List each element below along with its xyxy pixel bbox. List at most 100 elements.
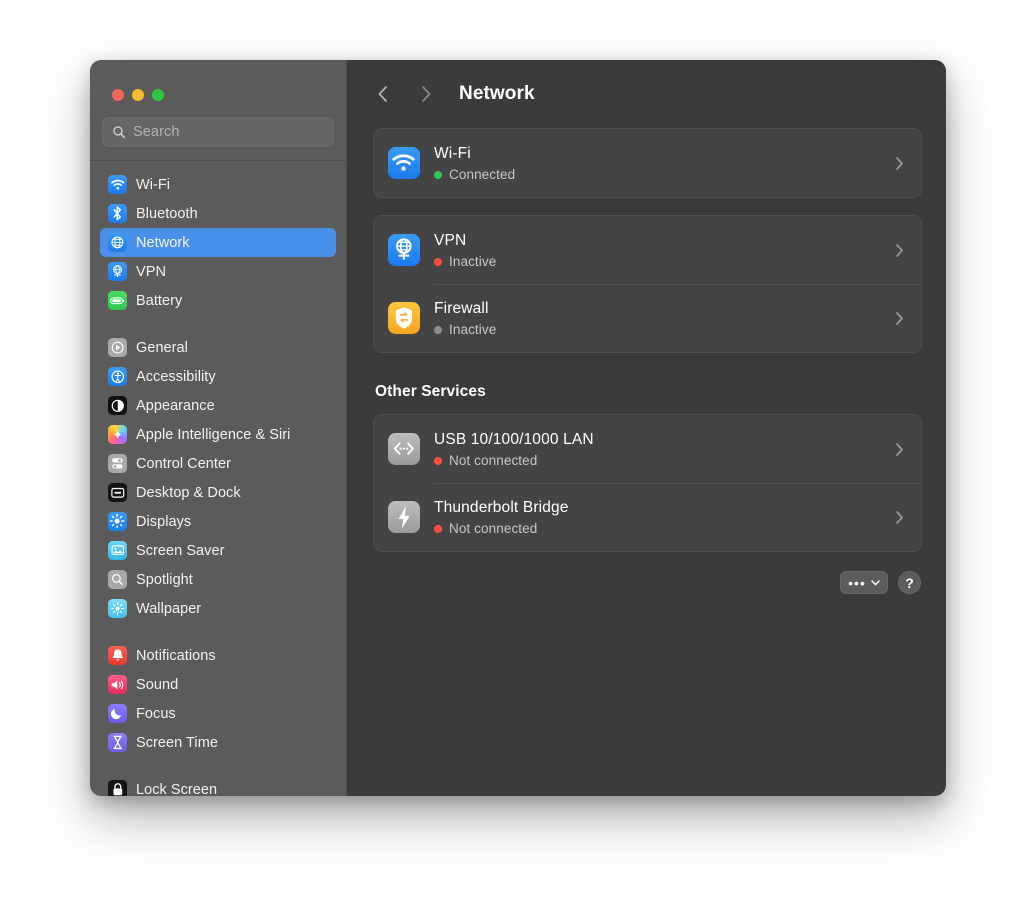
sidebar-item-spotlight[interactable]: Spotlight [100, 565, 336, 594]
chevron-down-icon [871, 579, 880, 585]
panel-action-bar: ••• ? [373, 571, 922, 594]
disclosure-chevron[interactable] [891, 442, 907, 457]
network-primary-card: Wi-Fi Connected [373, 128, 922, 198]
content-area: Network Wi-Fi Connected VPN Inactive Fir… [347, 60, 946, 796]
service-row[interactable]: Thunderbolt Bridge Not connected [374, 483, 921, 551]
help-button[interactable]: ? [898, 571, 921, 594]
close-button[interactable] [112, 89, 124, 101]
status-label: Connected [449, 167, 516, 183]
maximize-button[interactable] [152, 89, 164, 101]
sidebar-item-network[interactable]: Network [100, 228, 336, 257]
disclosure-chevron[interactable] [891, 510, 907, 525]
screen: Search Wi-Fi Bluetooth Network VPN Batte… [0, 0, 1024, 902]
network-globe-icon [108, 233, 127, 252]
sidebar-item-vpn[interactable]: VPN [100, 257, 336, 286]
sidebar-group-3: Lock Screen [100, 775, 336, 796]
page-title: Network [459, 83, 535, 104]
sidebar-list[interactable]: Wi-Fi Bluetooth Network VPN Battery Gene… [90, 161, 346, 796]
vpn-globe-icon [388, 234, 420, 266]
sidebar-item-label: General [136, 339, 188, 356]
sidebar-group-1: General Accessibility Appearance Apple I… [100, 333, 336, 623]
disclosure-chevron[interactable] [891, 311, 907, 326]
sidebar-item-accessibility[interactable]: Accessibility [100, 362, 336, 391]
wallpaper-icon [108, 599, 127, 618]
sidebar-item-label: Screen Time [136, 734, 218, 751]
status-dot-icon [434, 325, 442, 334]
forward-button[interactable] [411, 79, 441, 109]
sidebar-item-label: VPN [136, 263, 166, 280]
screen-saver-icon [108, 541, 127, 560]
sidebar-item-screen-time[interactable]: Screen Time [100, 728, 336, 757]
general-gear-icon [108, 338, 127, 357]
status-dot-icon [434, 170, 442, 179]
status-label: Inactive [449, 322, 497, 338]
sidebar-item-wallpaper[interactable]: Wallpaper [100, 594, 336, 623]
sidebar: Search Wi-Fi Bluetooth Network VPN Batte… [90, 60, 347, 796]
other-services-heading: Other Services [375, 383, 486, 400]
thunderbolt-icon [388, 501, 420, 533]
search-container: Search [90, 101, 346, 160]
service-row[interactable]: Firewall Inactive [374, 284, 921, 352]
service-text: Wi-Fi Connected [434, 144, 891, 182]
sidebar-item-screen-saver[interactable]: Screen Saver [100, 536, 336, 565]
chevron-right-icon [895, 510, 903, 524]
sidebar-item-label: Displays [136, 513, 192, 530]
appearance-icon [108, 396, 127, 415]
service-name: Firewall [434, 299, 489, 317]
search-input[interactable]: Search [102, 117, 334, 147]
sidebar-item-displays[interactable]: Displays [100, 507, 336, 536]
disclosure-chevron[interactable] [891, 156, 907, 171]
sidebar-item-bluetooth[interactable]: Bluetooth [100, 199, 336, 228]
sidebar-group-2: Notifications Sound Focus Screen Time [100, 641, 336, 757]
sidebar-item-desktop-dock[interactable]: Desktop & Dock [100, 478, 336, 507]
service-row[interactable]: USB 10/100/1000 LAN Not connected [374, 415, 921, 483]
sidebar-item-wi-fi[interactable]: Wi-Fi [100, 170, 336, 199]
status-label: Not connected [449, 453, 538, 469]
sidebar-item-label: Appearance [136, 397, 215, 414]
sidebar-item-label: Accessibility [136, 368, 216, 385]
status-label: Inactive [449, 254, 497, 270]
network-services-card: VPN Inactive Firewall Inactive [373, 215, 922, 353]
sidebar-item-sound[interactable]: Sound [100, 670, 336, 699]
status-badge: Not connected [434, 453, 891, 468]
chevron-right-icon [895, 156, 903, 170]
more-options-button[interactable]: ••• [840, 571, 888, 594]
sidebar-item-apple-intelligence-siri[interactable]: Apple Intelligence & Siri [100, 420, 336, 449]
search-icon [112, 125, 126, 139]
status-dot-icon [434, 524, 442, 533]
sidebar-item-notifications[interactable]: Notifications [100, 641, 336, 670]
service-name: Thunderbolt Bridge [434, 498, 569, 516]
back-button[interactable] [368, 79, 398, 109]
sidebar-item-label: Wallpaper [136, 600, 202, 617]
status-label: Not connected [449, 521, 538, 537]
sidebar-group-0: Wi-Fi Bluetooth Network VPN Battery [100, 170, 336, 315]
service-text: VPN Inactive [434, 231, 891, 269]
vpn-icon [108, 262, 127, 281]
service-name: USB 10/100/1000 LAN [434, 430, 594, 448]
sidebar-item-control-center[interactable]: Control Center [100, 449, 336, 478]
screen-time-icon [108, 733, 127, 752]
window-controls [90, 60, 346, 101]
sidebar-item-label: Lock Screen [136, 781, 218, 797]
sidebar-item-battery[interactable]: Battery [100, 286, 336, 315]
service-name: Wi-Fi [434, 144, 471, 162]
lock-screen-icon [108, 780, 127, 796]
sidebar-item-general[interactable]: General [100, 333, 336, 362]
help-button-label: ? [905, 574, 914, 591]
sidebar-item-label: Network [136, 234, 190, 251]
sidebar-item-appearance[interactable]: Appearance [100, 391, 336, 420]
disclosure-chevron[interactable] [891, 243, 907, 258]
sidebar-item-label: Battery [136, 292, 183, 309]
sidebar-item-label: Notifications [136, 647, 216, 664]
status-dot-icon [434, 257, 442, 266]
sound-icon [108, 675, 127, 694]
sidebar-item-label: Spotlight [136, 571, 193, 588]
chevron-left-icon [378, 86, 387, 102]
sidebar-item-focus[interactable]: Focus [100, 699, 336, 728]
service-row[interactable]: VPN Inactive [374, 216, 921, 284]
sidebar-item-lock-screen[interactable]: Lock Screen [100, 775, 336, 796]
service-row[interactable]: Wi-Fi Connected [374, 129, 921, 197]
minimize-button[interactable] [132, 89, 144, 101]
wifi-icon [108, 175, 127, 194]
sidebar-item-label: Bluetooth [136, 205, 198, 222]
